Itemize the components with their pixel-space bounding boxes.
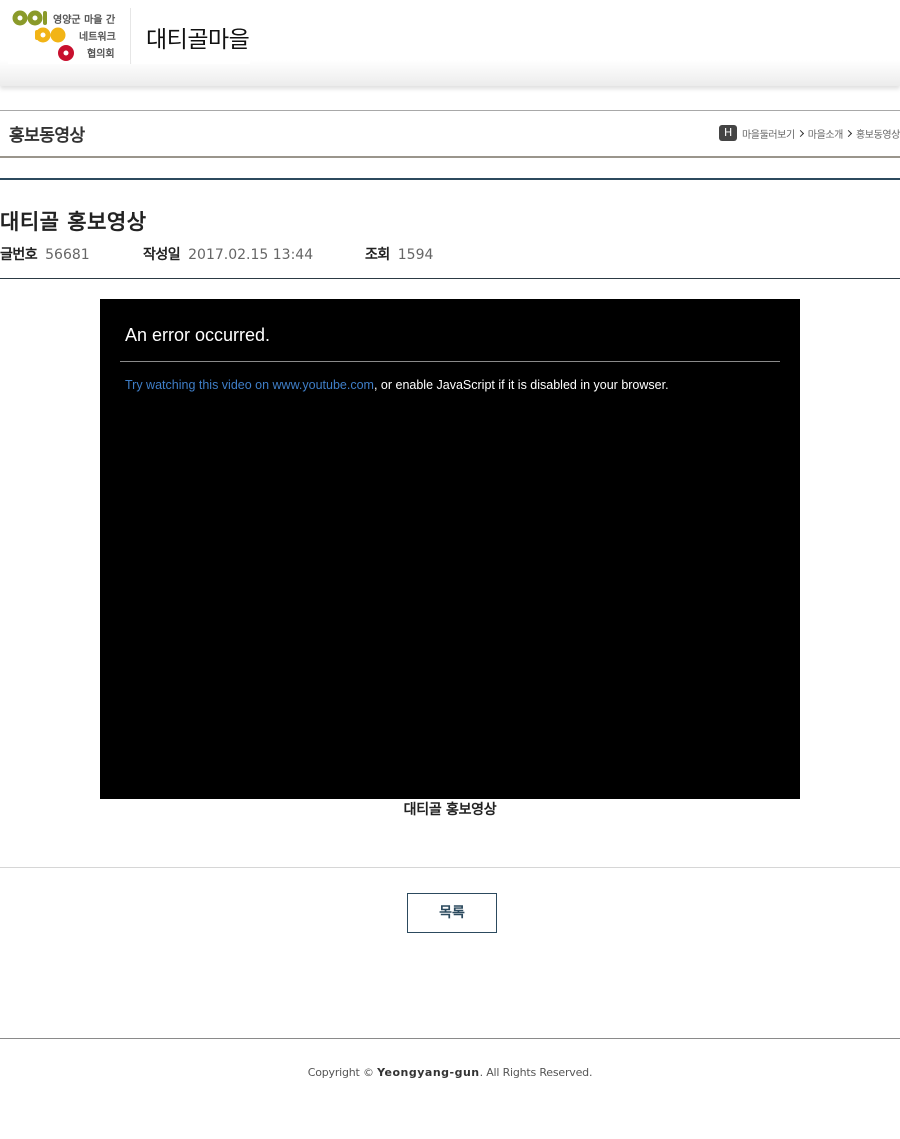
video-error-message-rest: , or enable JavaScript if it is disabled… bbox=[373, 378, 669, 392]
subheader-top-divider bbox=[0, 110, 900, 111]
council-logo[interactable]: 영양군 마을 간 네트워크 협의회 bbox=[8, 8, 130, 64]
post-title: 대티골 홍보영상 bbox=[0, 210, 147, 234]
village-home-link[interactable]: 대티골마을 bbox=[132, 8, 250, 64]
logo-text-line-3: 협의회 bbox=[87, 49, 115, 60]
breadcrumb-item-intro[interactable]: 마을소개 bbox=[808, 126, 844, 141]
post-header-divider bbox=[0, 278, 900, 279]
post-number-value: 56681 bbox=[45, 247, 90, 263]
video-error-message: Try watching this video on www.youtube.c… bbox=[125, 378, 669, 392]
embedded-video-player[interactable]: An error occurred. Try watching this vid… bbox=[100, 299, 800, 799]
youtube-link[interactable]: Try watching this video on www.youtube.c… bbox=[125, 378, 374, 392]
post-views-value: 1594 bbox=[397, 247, 434, 263]
breadcrumb-item-current[interactable]: 홍보동영상 bbox=[856, 126, 900, 141]
header-divider bbox=[130, 8, 131, 64]
post-views: 조회 1594 bbox=[365, 244, 433, 264]
breadcrumb-item-tour[interactable]: 마을둘러보기 bbox=[742, 126, 795, 141]
footer-divider bbox=[0, 1038, 900, 1039]
post-date-label: 작성일 bbox=[143, 247, 181, 263]
copyright-suffix: . All Rights Reserved. bbox=[479, 1066, 593, 1079]
post-date: 작성일 2017.02.15 13:44 bbox=[143, 244, 313, 264]
home-icon[interactable]: H bbox=[718, 125, 737, 141]
video-caption: 대티골 홍보영상 bbox=[403, 802, 497, 818]
logo-text-line-2: 네트워크 bbox=[79, 32, 116, 43]
post-bottom-divider bbox=[0, 867, 900, 868]
copyright-brand: Yeongyang-gun bbox=[377, 1066, 480, 1079]
logo-text-line-1: 영양군 마을 간 bbox=[53, 15, 116, 26]
copyright: Copyright © Yeongyang-gun. All Rights Re… bbox=[0, 1066, 900, 1079]
copyright-prefix: Copyright © bbox=[307, 1066, 378, 1079]
content-top-divider bbox=[0, 178, 900, 180]
village-name: 대티골마을 bbox=[146, 27, 250, 53]
post-views-label: 조회 bbox=[365, 247, 390, 263]
chevron-right-icon bbox=[844, 129, 853, 137]
breadcrumb: H 마을둘러보기 마을소개 홍보동영상 bbox=[718, 125, 900, 141]
site-header: 영양군 마을 간 네트워크 협의회 대티골마을 bbox=[0, 0, 900, 86]
video-error-title: An error occurred. bbox=[125, 325, 271, 345]
post-number: 글번호 56681 bbox=[0, 244, 90, 264]
list-button[interactable]: 목록 bbox=[407, 893, 497, 933]
post-number-label: 글번호 bbox=[0, 247, 38, 263]
subheader-bottom-divider bbox=[0, 156, 900, 158]
chevron-right-icon bbox=[796, 129, 804, 137]
post-date-value: 2017.02.15 13:44 bbox=[188, 247, 314, 263]
page-heading: 홍보동영상 bbox=[9, 126, 85, 146]
video-error-divider bbox=[120, 361, 780, 362]
